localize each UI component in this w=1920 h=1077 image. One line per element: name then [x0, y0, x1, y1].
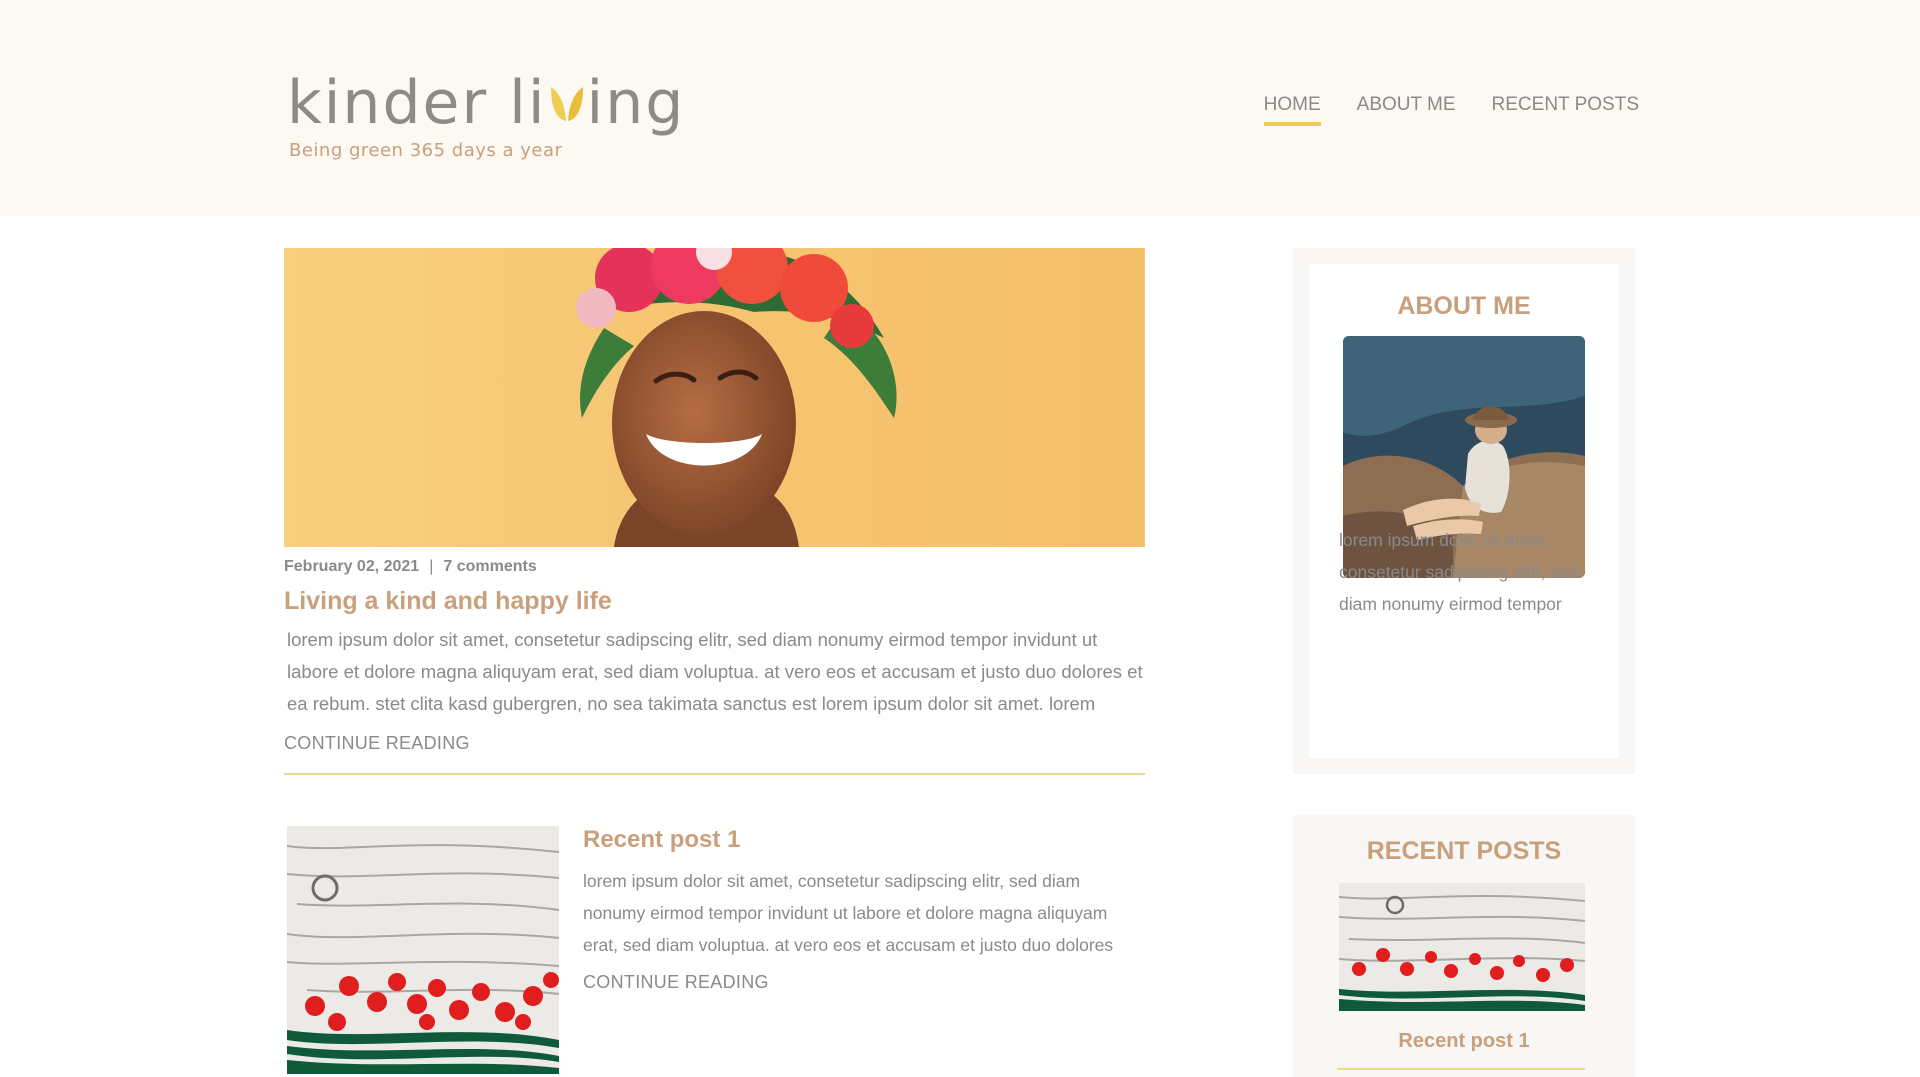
sidebar-about-widget: ABOUT ME lorem ipsum dolor sit amet, con…: [1293, 248, 1635, 774]
nav-about-me[interactable]: ABOUT ME: [1357, 94, 1456, 126]
featured-post-image[interactable]: [284, 248, 1145, 547]
sidebar-recent-divider: [1337, 1068, 1585, 1070]
logo-wordmark: kinder li ing: [287, 68, 686, 138]
site-tagline: Being green 365 days a year: [289, 140, 563, 161]
featured-continue-reading-link[interactable]: CONTINUE READING: [284, 733, 470, 754]
recent-post-thumbnail[interactable]: [287, 826, 559, 1074]
sidebar-recent-thumbnail[interactable]: [1339, 883, 1585, 1011]
site-header: kinder li ing Being green 365 days a year…: [0, 0, 1920, 216]
featured-post-meta: February 02, 2021 | 7 comments: [284, 558, 537, 576]
main-nav: HOME ABOUT ME RECENT POSTS: [1263, 94, 1639, 126]
meta-separator: |: [429, 558, 434, 575]
sidebar-recent-widget: RECENT POSTS Recent post 1: [1293, 815, 1635, 1077]
tomatoes-on-wood-image: [1339, 883, 1585, 1011]
about-text: lorem ipsum dolor sit amet, consetetur s…: [1339, 530, 1579, 614]
tomatoes-on-wood-image: [287, 826, 559, 1074]
leaf-icon: [550, 87, 583, 121]
featured-post-excerpt: lorem ipsum dolor sit amet, consetetur s…: [287, 629, 1143, 714]
about-heading: ABOUT ME: [1397, 292, 1531, 320]
site-logo[interactable]: kinder li ing Being green 365 days a year: [287, 68, 685, 161]
post-comments[interactable]: 7 comments: [443, 558, 536, 575]
sidebar-recent-post-title[interactable]: Recent post 1: [1293, 1030, 1635, 1053]
recent-posts-heading: RECENT POSTS: [1366, 837, 1562, 865]
recent-post-title[interactable]: Recent post 1: [583, 826, 740, 854]
post-date: February 02, 2021: [284, 558, 420, 575]
featured-post-title[interactable]: Living a kind and happy life: [284, 587, 612, 616]
nav-home[interactable]: HOME: [1263, 94, 1321, 126]
recent-post-excerpt: lorem ipsum dolor sit amet, consetetur s…: [583, 871, 1114, 955]
nav-recent-posts[interactable]: RECENT POSTS: [1492, 94, 1639, 126]
recent-continue-reading-link[interactable]: CONTINUE READING: [583, 972, 769, 993]
post-divider: [284, 773, 1145, 775]
smiling-woman-flower-crown-image: [284, 248, 1145, 547]
